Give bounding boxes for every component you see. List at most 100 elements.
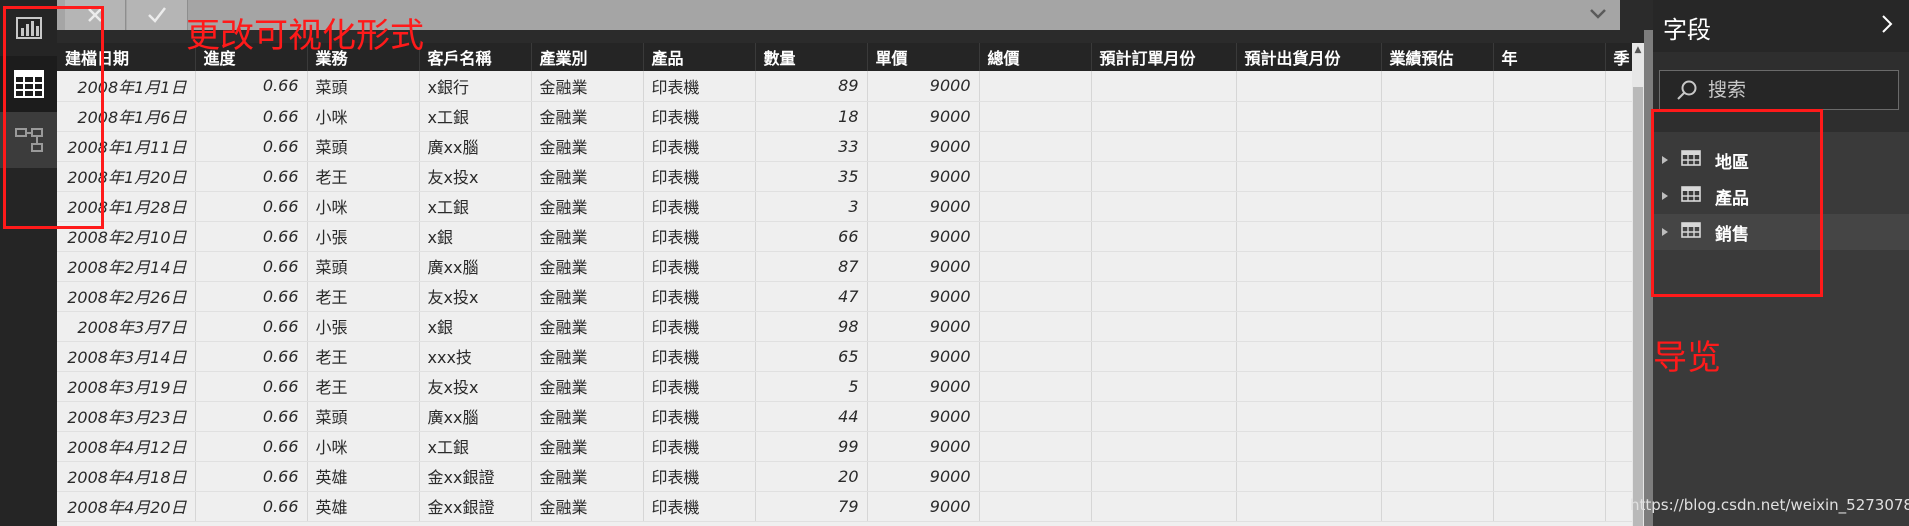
table-cell[interactable]: 0.66 (195, 221, 308, 252)
fields-table-item[interactable]: 產品 (1653, 178, 1909, 214)
table-cell[interactable]: 9000 (867, 311, 980, 342)
table-cell[interactable]: 英雄 (307, 491, 420, 522)
table-cell[interactable]: 小咪 (307, 101, 420, 132)
table-cell[interactable] (979, 191, 1092, 222)
data-view-button[interactable] (0, 56, 57, 112)
table-cell[interactable] (1091, 341, 1237, 372)
table-cell[interactable]: 印表機 (643, 221, 756, 252)
table-cell[interactable] (1381, 341, 1494, 372)
table-cell[interactable]: 廣xx腦 (419, 131, 532, 162)
table-cell[interactable] (1091, 431, 1237, 462)
expand-triangle-icon[interactable] (1661, 227, 1671, 237)
table-cell[interactable]: 印表機 (643, 71, 756, 102)
table-cell[interactable]: x工銀 (419, 101, 532, 132)
table-cell[interactable]: 友x投x (419, 281, 532, 312)
formula-cancel-button[interactable] (65, 0, 126, 30)
table-cell[interactable] (1493, 71, 1606, 102)
table-cell[interactable]: 金融業 (531, 251, 644, 282)
table-cell[interactable] (1605, 371, 1632, 402)
table-cell[interactable]: 金xx銀證 (419, 461, 532, 492)
table-cell[interactable] (1236, 101, 1382, 132)
expand-triangle-icon[interactable] (1661, 191, 1671, 201)
formula-expand-button[interactable] (1588, 4, 1608, 24)
table-cell[interactable]: 99 (755, 431, 868, 462)
collapse-pane-button[interactable] (1881, 14, 1893, 38)
column-header[interactable]: 總價 (979, 43, 1092, 71)
table-cell[interactable] (979, 491, 1092, 522)
table-cell[interactable]: 2008年4月20日 (57, 491, 196, 522)
table-cell[interactable]: 印表機 (643, 431, 756, 462)
table-cell[interactable] (1236, 131, 1382, 162)
table-cell[interactable] (1381, 311, 1494, 342)
table-cell[interactable]: 9000 (867, 431, 980, 462)
table-cell[interactable]: 老王 (307, 161, 420, 192)
table-cell[interactable]: 9000 (867, 191, 980, 222)
table-cell[interactable] (1236, 341, 1382, 372)
table-cell[interactable]: 金融業 (531, 341, 644, 372)
table-cell[interactable]: 0.66 (195, 461, 308, 492)
table-cell[interactable] (1091, 401, 1237, 432)
table-cell[interactable]: 66 (755, 221, 868, 252)
column-header[interactable]: 建檔日期 (57, 43, 196, 71)
table-cell[interactable] (979, 71, 1092, 102)
table-cell[interactable]: 廣xx腦 (419, 401, 532, 432)
table-cell[interactable] (1381, 191, 1494, 222)
table-cell[interactable]: 9000 (867, 251, 980, 282)
table-cell[interactable]: 小咪 (307, 191, 420, 222)
table-cell[interactable]: 友x投x (419, 371, 532, 402)
table-cell[interactable] (1381, 491, 1494, 522)
table-cell[interactable] (979, 131, 1092, 162)
table-cell[interactable]: 0.66 (195, 371, 308, 402)
table-cell[interactable] (1493, 491, 1606, 522)
table-cell[interactable] (1236, 401, 1382, 432)
table-cell[interactable] (979, 341, 1092, 372)
table-cell[interactable]: 9000 (867, 71, 980, 102)
fields-table-item[interactable]: 地區 (1653, 142, 1909, 178)
table-cell[interactable]: 金融業 (531, 191, 644, 222)
table-cell[interactable] (1493, 401, 1606, 432)
table-cell[interactable]: 79 (755, 491, 868, 522)
table-cell[interactable]: 金融業 (531, 101, 644, 132)
table-cell[interactable] (979, 251, 1092, 282)
table-cell[interactable] (1236, 281, 1382, 312)
scroll-up-arrow-icon[interactable]: ▲ (1632, 43, 1644, 57)
report-view-button[interactable] (0, 0, 57, 56)
table-cell[interactable]: 友x投x (419, 161, 532, 192)
column-header[interactable]: 產品 (643, 43, 756, 71)
table-cell[interactable] (979, 461, 1092, 492)
table-cell[interactable]: 0.66 (195, 281, 308, 312)
table-cell[interactable]: 9000 (867, 161, 980, 192)
column-header[interactable]: 年 (1493, 43, 1606, 71)
table-cell[interactable]: 老王 (307, 341, 420, 372)
table-cell[interactable] (1493, 131, 1606, 162)
table-cell[interactable]: 2008年2月14日 (57, 251, 196, 282)
table-cell[interactable]: 小張 (307, 221, 420, 252)
table-cell[interactable]: 0.66 (195, 71, 308, 102)
table-cell[interactable]: 菜頭 (307, 251, 420, 282)
table-cell[interactable]: 印表機 (643, 251, 756, 282)
table-cell[interactable]: 2008年1月28日 (57, 191, 196, 222)
table-cell[interactable] (1493, 251, 1606, 282)
table-cell[interactable]: 18 (755, 101, 868, 132)
table-cell[interactable] (1381, 281, 1494, 312)
table-cell[interactable] (1605, 251, 1632, 282)
table-cell[interactable] (1236, 431, 1382, 462)
table-cell[interactable]: 33 (755, 131, 868, 162)
table-cell[interactable]: 2008年3月19日 (57, 371, 196, 402)
table-cell[interactable]: 印表機 (643, 161, 756, 192)
table-cell[interactable] (1091, 161, 1237, 192)
table-cell[interactable]: 菜頭 (307, 71, 420, 102)
table-cell[interactable] (1091, 491, 1237, 522)
table-cell[interactable] (1605, 491, 1632, 522)
table-cell[interactable]: 老王 (307, 281, 420, 312)
fields-table-item[interactable]: 銷售 (1653, 214, 1909, 250)
table-cell[interactable]: 印表機 (643, 311, 756, 342)
table-cell[interactable] (1381, 251, 1494, 282)
table-cell[interactable] (1605, 191, 1632, 222)
table-cell[interactable] (1091, 251, 1237, 282)
table-cell[interactable]: 0.66 (195, 431, 308, 462)
table-cell[interactable]: 小咪 (307, 431, 420, 462)
table-cell[interactable]: x銀 (419, 311, 532, 342)
table-cell[interactable]: 9000 (867, 131, 980, 162)
table-cell[interactable] (1493, 191, 1606, 222)
